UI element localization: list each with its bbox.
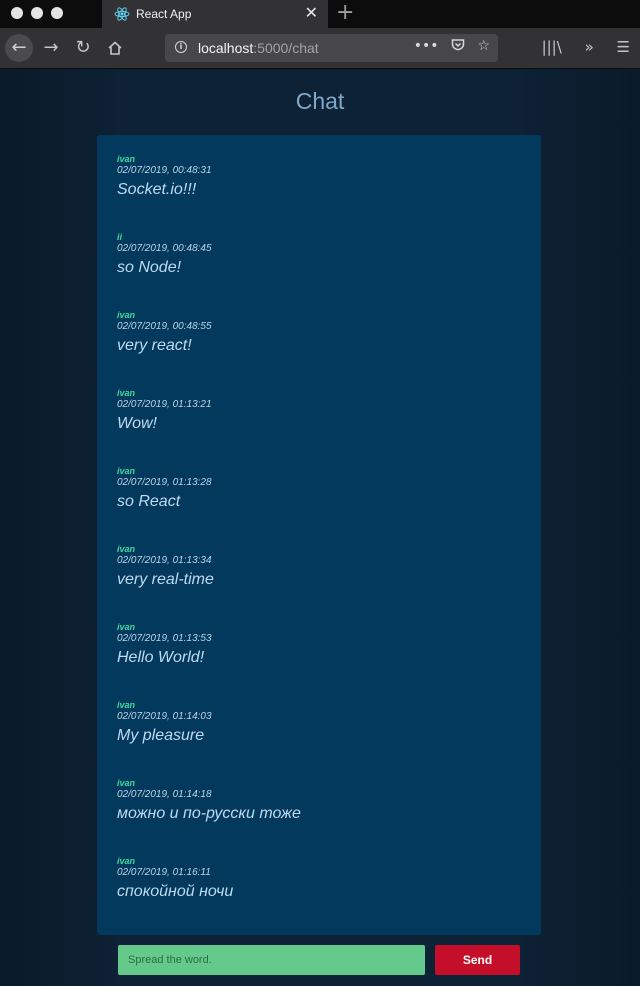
window-close-dot[interactable] <box>11 7 23 19</box>
message-timestamp: 02/07/2019, 01:14:18 <box>117 789 212 800</box>
browser-tab[interactable]: React App ✕ <box>102 0 328 28</box>
tab-title: React App <box>136 7 192 21</box>
message-text: Wow! <box>117 415 157 432</box>
url-text: localhost:5000/chat <box>198 40 319 56</box>
message-username: ivan <box>117 700 136 710</box>
send-button[interactable]: Send <box>435 945 520 975</box>
message-username: ii <box>117 232 123 242</box>
url-host: localhost <box>198 40 254 56</box>
window-zoom-dot[interactable] <box>51 7 63 19</box>
message-username: ivan <box>117 856 136 866</box>
message-text: Hello World! <box>117 649 205 666</box>
back-arrow-icon[interactable]: ← <box>5 34 33 62</box>
message-text: спокойной ночи <box>117 883 234 900</box>
browser-toolbar: ← → ↻ i localhost:5000/chat ••• ☆ |||\ »… <box>0 28 640 69</box>
message-text: very real-time <box>117 571 214 588</box>
message-item: ivan 02/07/2019, 01:13:21 Wow! <box>117 388 212 436</box>
hamburger-menu-icon[interactable]: ☰ <box>617 38 630 56</box>
message-item: ivan 02/07/2019, 01:16:11 спокойной ночи <box>117 856 233 904</box>
message-username: ivan <box>117 388 136 398</box>
message-text: Socket.io!!! <box>117 181 197 198</box>
library-icon[interactable]: |||\ <box>542 38 562 56</box>
message-username: ivan <box>117 154 136 164</box>
overflow-chevron-icon[interactable]: » <box>585 38 594 56</box>
react-logo-icon <box>114 7 130 21</box>
message-timestamp: 02/07/2019, 01:13:53 <box>117 633 212 644</box>
pocket-icon[interactable] <box>451 38 469 54</box>
message-timestamp: 02/07/2019, 00:48:55 <box>117 321 212 332</box>
reload-icon[interactable]: ↻ <box>70 35 96 61</box>
address-bar[interactable]: i localhost:5000/chat ••• ☆ <box>165 34 498 62</box>
message-item: ivan 02/07/2019, 01:14:03 My pleasure <box>117 700 212 748</box>
message-text: so Node! <box>117 259 182 276</box>
composer: Send <box>0 945 640 975</box>
message-username: ivan <box>117 544 136 554</box>
message-item: ivan 02/07/2019, 01:13:34 very real-time <box>117 544 214 592</box>
message-list[interactable]: ivan 02/07/2019, 00:48:31 Socket.io!!! i… <box>97 135 541 935</box>
message-timestamp: 02/07/2019, 01:16:11 <box>117 867 211 878</box>
message-timestamp: 02/07/2019, 01:13:34 <box>117 555 212 566</box>
message-item: ivan 02/07/2019, 00:48:55 very react! <box>117 310 212 358</box>
forward-arrow-icon[interactable]: → <box>38 35 64 61</box>
message-input[interactable] <box>118 945 425 975</box>
message-username: ivan <box>117 622 136 632</box>
home-icon[interactable] <box>102 35 128 61</box>
chat-page: Chat ivan 02/07/2019, 00:48:31 Socket.io… <box>0 70 640 986</box>
message-item: ivan 02/07/2019, 01:14:18 можно и по-рус… <box>117 778 301 826</box>
message-username: ivan <box>117 778 136 788</box>
bookmark-star-icon[interactable]: ☆ <box>477 38 490 54</box>
message-username: ivan <box>117 466 136 476</box>
message-timestamp: 02/07/2019, 01:13:28 <box>117 477 212 488</box>
url-path: :5000/chat <box>253 40 319 56</box>
browser-tab-bar: React App ✕ + <box>0 0 640 28</box>
message-timestamp: 02/07/2019, 00:48:45 <box>117 243 212 254</box>
message-text: very react! <box>117 337 192 354</box>
message-username: ivan <box>117 310 136 320</box>
new-tab-icon[interactable]: + <box>336 2 354 24</box>
window-minimize-dot[interactable] <box>31 7 43 19</box>
close-tab-icon[interactable]: ✕ <box>305 5 318 21</box>
message-item: ivan 02/07/2019, 01:13:53 Hello World! <box>117 622 212 670</box>
message-text: можно и по-русски тоже <box>117 805 301 822</box>
message-item: ivan 02/07/2019, 01:13:28 so React <box>117 466 212 514</box>
message-timestamp: 02/07/2019, 01:14:03 <box>117 711 212 722</box>
message-item: ivan 02/07/2019, 00:48:31 Socket.io!!! <box>117 154 212 202</box>
message-item: ii 02/07/2019, 00:48:45 so Node! <box>117 232 212 280</box>
message-timestamp: 02/07/2019, 00:48:31 <box>117 165 212 176</box>
page-title: Chat <box>295 88 345 114</box>
message-text: My pleasure <box>117 727 205 744</box>
message-text: so React <box>117 493 181 510</box>
site-info-icon[interactable]: i <box>175 41 187 53</box>
message-timestamp: 02/07/2019, 01:13:21 <box>117 399 212 410</box>
page-actions-icon[interactable]: ••• <box>414 38 439 54</box>
